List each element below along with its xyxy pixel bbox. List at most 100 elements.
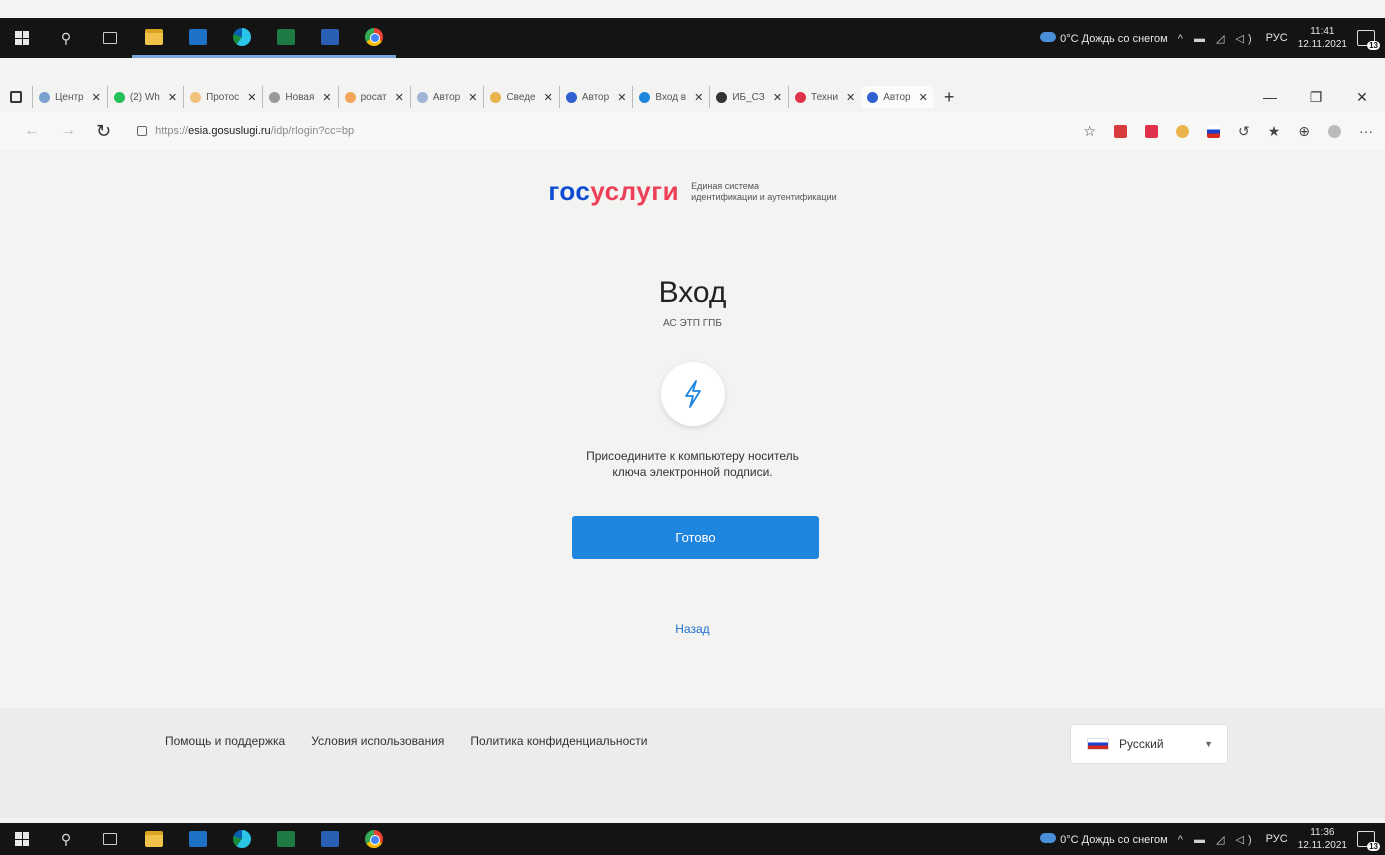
taskbar-explorer[interactable] — [132, 18, 176, 58]
refresh-extension-icon[interactable]: ↺ — [1238, 123, 1250, 140]
system-tray-icons[interactable]: ^ ▬ ◿ ◁) — [1178, 32, 1256, 45]
tab-close-icon[interactable]: ✕ — [544, 91, 553, 104]
start-button[interactable] — [0, 18, 44, 58]
taskbar-excel[interactable] — [264, 18, 308, 58]
taskbar-search-button[interactable]: ⚲ — [44, 18, 88, 58]
back-link[interactable]: Назад — [0, 622, 1385, 636]
collections-icon[interactable]: ⊕ — [1298, 123, 1310, 140]
favorites-icon[interactable]: ★ — [1268, 123, 1281, 140]
instruction-line-1: Присоедините к компьютеру носитель — [586, 449, 799, 463]
gosuslugi-header: госуслуги Единая система идентификации и… — [0, 176, 1385, 207]
tab-close-icon[interactable]: ✕ — [247, 91, 256, 104]
taskbar-excel-bottom[interactable] — [264, 823, 308, 855]
tab-close-icon[interactable]: ✕ — [395, 91, 404, 104]
tab-close-icon[interactable]: ✕ — [919, 91, 928, 104]
tab-close-icon[interactable]: ✕ — [694, 91, 703, 104]
language-select[interactable]: Русский ▼ — [1070, 724, 1228, 764]
browser-tab[interactable]: ИБ_СЗ ✕ — [709, 86, 788, 108]
weather-widget[interactable]: 0°C Дождь со снегом — [1040, 31, 1168, 45]
browser-tab[interactable]: росат ✕ — [337, 86, 410, 108]
browser-tab[interactable]: Автор ✕ — [409, 86, 484, 108]
tab-close-icon[interactable]: ✕ — [468, 91, 477, 104]
notification-icon[interactable]: 13 — [1357, 30, 1380, 50]
notification-icon-bottom[interactable]: 13 — [1357, 831, 1380, 851]
language-label: Русский — [1119, 737, 1164, 751]
taskbar-word[interactable] — [308, 18, 352, 58]
taskbar-edge[interactable] — [220, 18, 264, 58]
lightning-icon — [685, 380, 701, 408]
taskbar-edge-bottom[interactable] — [220, 823, 264, 855]
extension-icon-1[interactable] — [1113, 124, 1127, 138]
back-nav-button[interactable]: ← — [24, 122, 40, 140]
extension-icon-3[interactable] — [1175, 124, 1189, 138]
chrome-icon — [365, 27, 383, 46]
taskbar-word-bottom[interactable] — [308, 823, 352, 855]
tab-favicon-icon — [867, 91, 879, 103]
tab-favicon-icon — [490, 91, 502, 103]
tab-close-icon[interactable]: ✕ — [617, 91, 626, 104]
taskbar-search-button-bottom[interactable]: ⚲ — [44, 823, 88, 855]
taskbar-chrome-bottom[interactable] — [352, 823, 396, 855]
browser-tab[interactable]: Протос ✕ — [183, 86, 262, 108]
task-view-icon — [103, 833, 117, 845]
browser-tab[interactable]: Техни ✕ — [788, 86, 861, 108]
tab-favicon-icon — [190, 91, 202, 103]
tab-close-icon[interactable]: ✕ — [846, 91, 855, 104]
read-aloud-icon[interactable]: ☆ — [1083, 123, 1096, 140]
extension-icon-4[interactable] — [1206, 124, 1220, 138]
input-language-bottom[interactable]: РУС — [1266, 833, 1288, 845]
extension-icon-2[interactable] — [1144, 124, 1158, 138]
browser-tab[interactable]: Сведе ✕ — [483, 86, 558, 108]
tab-close-icon[interactable]: ✕ — [168, 91, 177, 104]
instruction-line-2: ключа электронной подписи. — [612, 465, 773, 479]
input-language[interactable]: РУС — [1266, 32, 1288, 44]
tab-actions-icon[interactable] — [10, 91, 22, 103]
new-tab-button[interactable]: + — [944, 87, 955, 108]
weather-widget-bottom[interactable]: 0°C Дождь со снегом — [1040, 832, 1168, 846]
browser-tab[interactable]: Автор ✕ — [861, 86, 934, 108]
tab-close-icon[interactable]: ✕ — [322, 91, 331, 104]
browser-tab[interactable]: Вход в ✕ — [632, 86, 709, 108]
taskbar-explorer-bottom[interactable] — [132, 823, 176, 855]
url-field[interactable]: https://esia.gosuslugi.ru/idp/rlogin?cc=… — [155, 125, 354, 137]
tab-close-icon[interactable]: ✕ — [92, 91, 101, 104]
profile-icon[interactable] — [1328, 124, 1341, 138]
minimize-button[interactable]: — — [1247, 89, 1293, 105]
gosuslugi-logo[interactable]: госуслуги — [548, 176, 679, 207]
taskbar-chrome[interactable] — [352, 18, 396, 58]
system-tray-icons-bottom[interactable]: ^ ▬ ◿ ◁) — [1178, 833, 1256, 846]
word-icon — [321, 831, 339, 847]
done-button[interactable]: Готово — [572, 516, 819, 559]
start-button-bottom[interactable] — [0, 823, 44, 855]
reload-button[interactable]: ↻ — [96, 121, 111, 142]
browser-tab[interactable]: Новая ✕ — [262, 86, 337, 108]
tab-favicon-icon — [113, 91, 125, 103]
window-controls: — ❐ ✕ — [1247, 82, 1385, 112]
browser-tab[interactable]: Автор ✕ — [558, 86, 633, 108]
lock-icon[interactable] — [137, 126, 148, 136]
task-view-button[interactable] — [88, 18, 132, 58]
clock-time: 11:36 — [1310, 827, 1335, 838]
outlook-icon — [189, 28, 207, 45]
tab-close-icon[interactable]: ✕ — [773, 91, 782, 104]
footer-link-terms[interactable]: Условия использования — [311, 734, 444, 748]
taskbar-top: ⚲ 0°C Дождь со снегом ^ ▬ ◿ ◁) РУС 11:41… — [0, 18, 1385, 58]
footer-link-help[interactable]: Помощь и поддержка — [165, 734, 285, 748]
tab-label: Техни — [811, 91, 839, 103]
footer-links: Помощь и поддержка Условия использования… — [165, 734, 647, 748]
taskbar-outlook-bottom[interactable] — [176, 823, 220, 855]
more-menu-icon[interactable]: ··· — [1359, 123, 1373, 139]
clock-bottom[interactable]: 11:36 12.11.2021 — [1298, 826, 1347, 852]
close-window-button[interactable]: ✕ — [1339, 89, 1385, 106]
taskbar-outlook[interactable] — [176, 18, 220, 58]
clock[interactable]: 11:41 12.11.2021 — [1298, 25, 1347, 51]
tab-favicon-icon — [716, 91, 728, 103]
forward-nav-button[interactable]: → — [60, 122, 76, 140]
tab-label: ИБ_СЗ — [732, 91, 765, 103]
task-view-button-bottom[interactable] — [88, 823, 132, 855]
url-path: /idp/rlogin?cc=bp — [270, 125, 355, 137]
browser-tab[interactable]: Центр ✕ — [32, 86, 107, 108]
maximize-button[interactable]: ❐ — [1293, 89, 1339, 106]
browser-tab[interactable]: (2) Wh ✕ — [106, 86, 183, 108]
footer-link-privacy[interactable]: Политика конфиденциальности — [470, 734, 647, 748]
